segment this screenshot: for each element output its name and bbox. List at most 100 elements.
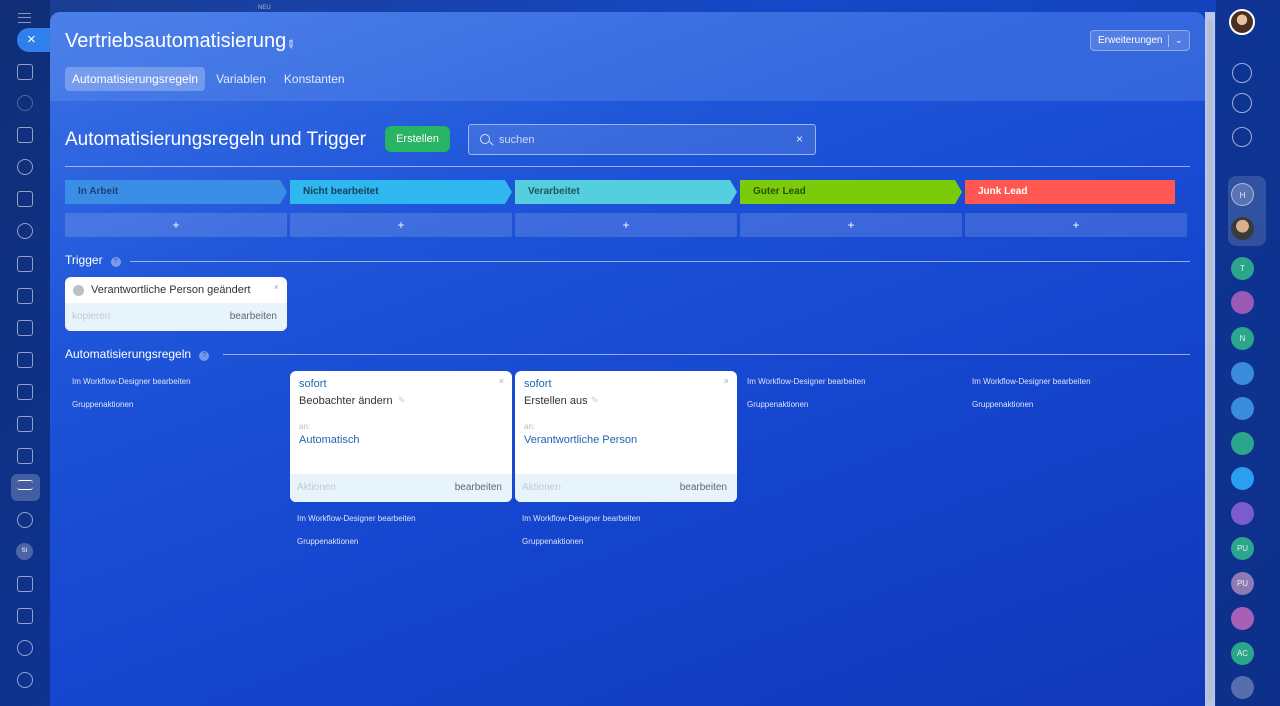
target-icon[interactable] <box>17 512 33 528</box>
stage-junk-lead[interactable]: Junk Lead <box>965 180 1175 204</box>
workflow-designer-link[interactable]: Im Workflow-Designer bearbeiten <box>522 514 641 523</box>
pulse-icon[interactable] <box>1232 93 1252 113</box>
document-icon[interactable] <box>17 256 33 272</box>
tasks-icon[interactable] <box>17 288 33 304</box>
workflow-designer-link[interactable]: Im Workflow-Designer bearbeiten <box>297 514 416 523</box>
scrollbar-thumb[interactable] <box>1207 20 1213 700</box>
add-button[interactable]: + <box>290 213 512 237</box>
tab-variables[interactable]: Variablen <box>209 67 273 91</box>
tab-constants[interactable]: Konstanten <box>277 67 352 91</box>
group-actions-link[interactable]: Gruppenaktionen <box>297 537 358 546</box>
tab-bar: Automatisierungsregeln Variablen Konstan… <box>65 67 356 91</box>
automation-panel: Vertriebsautomatisierung ✎ Erweiterungen… <box>50 12 1205 706</box>
settings-icon[interactable] <box>17 672 33 688</box>
copy-link[interactable]: kopieren <box>72 311 110 322</box>
tab-automation-rules[interactable]: Automatisierungsregeln <box>65 67 206 91</box>
chat-task-icon[interactable] <box>1231 291 1254 314</box>
target-value[interactable]: Verantwortliche Person <box>524 434 637 446</box>
help-icon[interactable]: ? <box>199 351 210 361</box>
id-card-icon[interactable] <box>17 608 33 624</box>
add-button[interactable]: + <box>65 213 287 237</box>
bell-icon[interactable] <box>1232 63 1252 83</box>
action-title: Erstellen aus <box>524 395 588 407</box>
stage-verarbeitet[interactable]: Verarbeitet <box>515 180 737 204</box>
contacts-icon[interactable] <box>17 223 33 239</box>
edit-link[interactable]: bearbeiten <box>680 482 727 493</box>
avatar-h[interactable]: H <box>1231 183 1254 206</box>
pulse-chat-icon[interactable] <box>1231 502 1254 525</box>
target-value[interactable]: Automatisch <box>299 434 360 446</box>
help-icon[interactable]: ? <box>110 257 121 267</box>
people-icon[interactable] <box>1231 676 1254 699</box>
funnel-icon[interactable] <box>17 480 33 490</box>
rule-card[interactable]: sofort × Beobachter ändern ✎ an: Automat… <box>290 371 512 502</box>
home-icon[interactable] <box>17 64 33 80</box>
chat-icon[interactable] <box>17 159 33 175</box>
section-title: Automatisierungsregeln und Trigger <box>65 129 367 150</box>
search-box: × <box>468 124 816 155</box>
pencil-icon[interactable]: ✎ <box>398 395 406 406</box>
card-icon[interactable] <box>17 320 33 336</box>
divider <box>130 261 1190 262</box>
trigger-card[interactable]: Verantwortliche Person geändert × kopier… <box>65 277 287 331</box>
rule-card[interactable]: sofort × Erstellen aus ✎ an: Verantwortl… <box>515 371 737 502</box>
group-actions-link[interactable]: Gruppenaktionen <box>747 400 808 409</box>
add-button[interactable]: + <box>515 213 737 237</box>
close-icon[interactable]: × <box>724 376 729 386</box>
close-icon[interactable]: × <box>499 376 504 386</box>
avatar-t[interactable]: T <box>1231 257 1254 280</box>
lock-chat-icon[interactable] <box>1231 397 1254 420</box>
add-button[interactable]: + <box>740 213 962 237</box>
stage-guter-lead[interactable]: Guter Lead <box>740 180 962 204</box>
to-label: an: <box>524 422 536 431</box>
avatar-pu-2[interactable]: PU <box>1231 572 1254 595</box>
cart-icon[interactable] <box>17 416 33 432</box>
si-avatar[interactable]: SI <box>16 543 33 560</box>
avatar-n[interactable]: N <box>1231 327 1254 350</box>
lock-chat-icon-2[interactable] <box>1231 607 1254 630</box>
stage-in-arbeit[interactable]: In Arbeit <box>65 180 287 204</box>
action-title: Beobachter ändern <box>299 395 393 407</box>
pencil-icon[interactable]: ✎ <box>591 395 599 406</box>
workflow-designer-link[interactable]: Im Workflow-Designer bearbeiten <box>747 377 866 386</box>
workflow-designer-link[interactable]: Im Workflow-Designer bearbeiten <box>72 377 191 386</box>
analytics-icon[interactable] <box>17 384 33 400</box>
group-chat-icon[interactable] <box>1231 362 1254 385</box>
search-input[interactable] <box>499 131 789 149</box>
add-button[interactable]: + <box>965 213 1187 237</box>
message-chat-icon[interactable] <box>1231 467 1254 490</box>
workflow-designer-link[interactable]: Im Workflow-Designer bearbeiten <box>972 377 1091 386</box>
task-chat-icon[interactable] <box>1231 432 1254 455</box>
edit-link[interactable]: bearbeiten <box>455 482 502 493</box>
group-actions-link[interactable]: Gruppenaktionen <box>972 400 1033 409</box>
edit-link[interactable]: bearbeiten <box>230 311 277 322</box>
calendar-icon[interactable] <box>17 191 33 207</box>
create-button[interactable]: Erstellen <box>385 126 450 152</box>
clear-icon[interactable]: × <box>796 132 803 146</box>
group-actions-link[interactable]: Gruppenaktionen <box>522 537 583 546</box>
headset-icon[interactable] <box>17 640 33 656</box>
board-icon[interactable] <box>17 352 33 368</box>
timing-link[interactable]: sofort <box>299 378 327 390</box>
chevron-down-icon[interactable]: ⌄ <box>1175 31 1183 50</box>
close-icon[interactable]: × <box>274 282 279 292</box>
gear-small-icon[interactable] <box>17 95 33 111</box>
avatar-ac[interactable]: AC <box>1231 642 1254 665</box>
user-avatar[interactable] <box>1229 9 1255 35</box>
edit-icon[interactable] <box>17 576 33 592</box>
actions-link[interactable]: Aktionen <box>522 482 561 493</box>
menu-icon[interactable] <box>18 13 31 23</box>
trigger-label: Verantwortliche Person geändert <box>91 284 251 296</box>
close-button[interactable]: × <box>17 28 50 52</box>
actions-link[interactable]: Aktionen <box>297 482 336 493</box>
group-actions-link[interactable]: Gruppenaktionen <box>72 400 133 409</box>
stage-nicht-bearbeitet[interactable]: Nicht bearbeitet <box>290 180 512 204</box>
search-chat-icon[interactable] <box>1232 127 1252 147</box>
avatar-photo[interactable] <box>1231 217 1254 240</box>
avatar-pu-1[interactable]: PU <box>1231 537 1254 560</box>
trigger-heading: Trigger? <box>65 253 121 267</box>
timing-link[interactable]: sofort <box>524 378 552 390</box>
feed-icon[interactable] <box>17 127 33 143</box>
schedule-icon[interactable] <box>17 448 33 464</box>
extensions-button[interactable]: Erweiterungen ⌄ <box>1090 30 1190 51</box>
